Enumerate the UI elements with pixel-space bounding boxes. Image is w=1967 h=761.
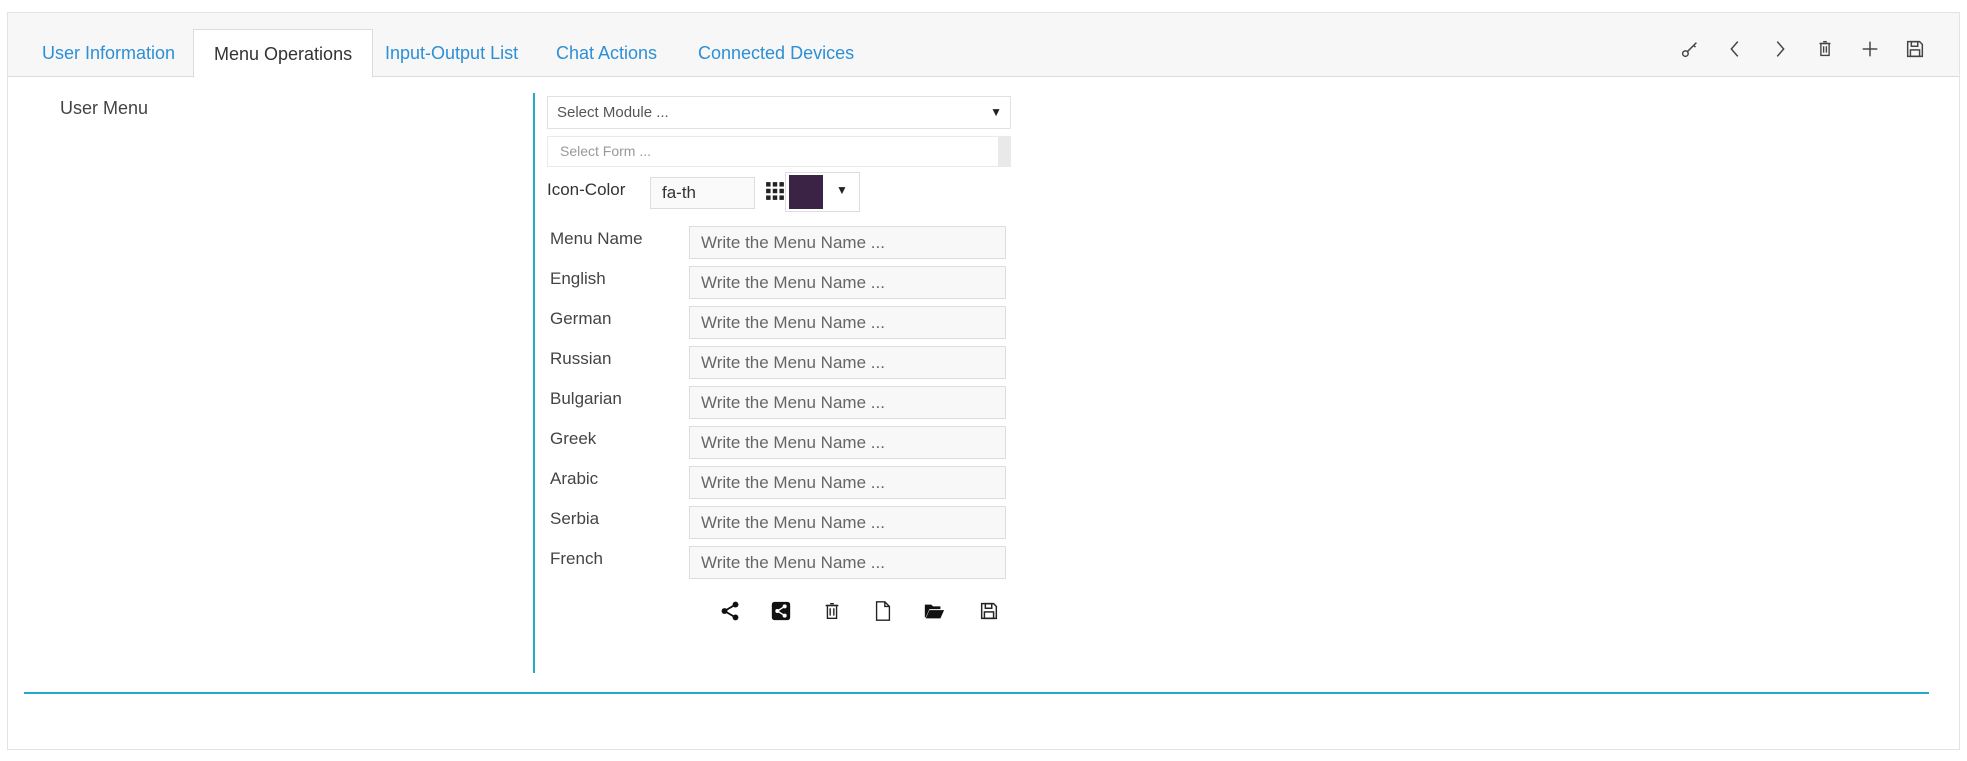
form-select-placeholder: Select Form ... [560,143,652,159]
icon-class-input[interactable] [650,177,755,209]
menu-row-label: English [550,269,606,288]
menu-row-label: Bulgarian [550,389,622,408]
menu-row-label: Greek [550,429,597,448]
menu-row-label: Serbia [550,509,600,528]
menu-name-input[interactable] [689,306,1006,339]
horizontal-divider [24,692,1929,694]
menu-name-input[interactable] [689,466,1006,499]
chevron-left-icon[interactable] [1717,31,1753,67]
grid-icon [766,182,784,200]
plus-icon[interactable] [1852,31,1888,67]
tab-user-information[interactable]: User Information [42,29,175,78]
color-picker[interactable]: ▼ [785,172,860,212]
vertical-divider [533,93,535,673]
chevron-down-icon: ▼ [836,183,848,197]
menu-name-input[interactable] [689,346,1006,379]
form-select[interactable]: Select Form ... [547,136,1011,167]
save-icon[interactable] [1897,31,1933,67]
menu-row-label: German [550,309,612,328]
chevron-down-icon: ▼ [990,105,1002,119]
tab-bar: User Information Menu Operations Input-O… [8,13,1959,78]
menu-name-input[interactable] [689,426,1006,459]
menu-row-label: Menu Name [550,229,643,248]
menu-name-input[interactable] [689,546,1006,579]
menu-name-input[interactable] [689,266,1006,299]
chevron-right-icon[interactable] [1762,31,1798,67]
icon-color-label: Icon-Color [547,180,626,199]
menu-name-input[interactable] [689,386,1006,419]
scrollbar[interactable] [998,137,1010,166]
menu-row-label: French [550,549,603,568]
new-file-icon[interactable] [869,597,897,625]
module-select-placeholder: Select Module ... [557,104,669,121]
folder-open-icon[interactable] [920,597,948,625]
menu-row-label: Arabic [550,469,599,488]
key-icon[interactable] [1672,31,1708,67]
trash-icon[interactable] [1807,31,1843,67]
save-icon[interactable] [975,597,1003,625]
tab-connected-devices[interactable]: Connected Devices [698,29,854,78]
tab-input-output-list[interactable]: Input-Output List [385,29,518,78]
share-square-icon[interactable] [767,597,795,625]
trash-icon[interactable] [818,597,846,625]
menu-row-label: Russian [550,349,612,368]
color-swatch [789,175,823,209]
menu-name-input[interactable] [689,506,1006,539]
menu-name-input[interactable] [689,226,1006,259]
share-icon[interactable] [716,597,744,625]
tab-menu-operations[interactable]: Menu Operations [193,29,374,78]
section-label: User Menu [60,98,149,118]
module-select[interactable]: Select Module ... ▼ [547,96,1011,129]
tab-chat-actions[interactable]: Chat Actions [556,29,657,78]
